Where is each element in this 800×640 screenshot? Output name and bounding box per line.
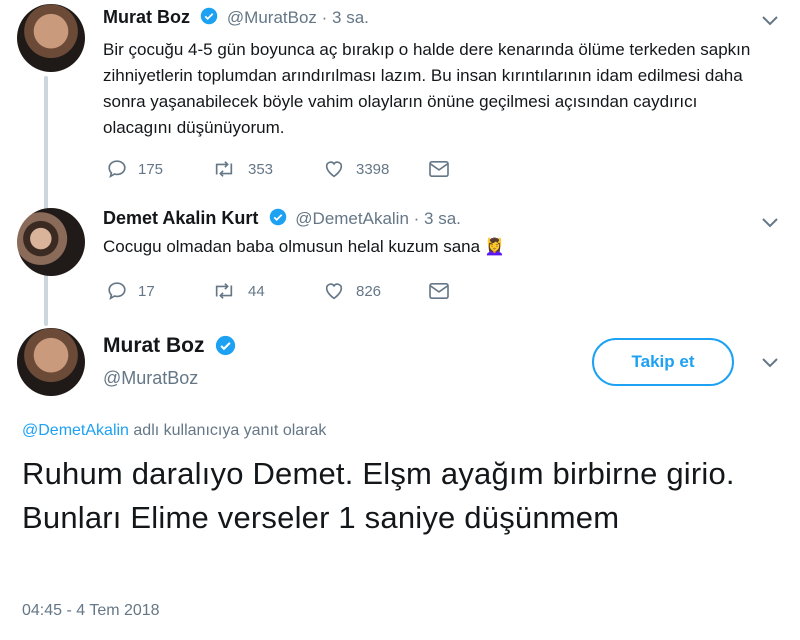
tweet-time[interactable]: · 3 sa. — [317, 8, 369, 27]
main-tweet-text: Ruhum daralıyo Demet. Elşm ayağım birbir… — [22, 456, 735, 535]
verified-badge-icon — [200, 7, 218, 30]
retweet-button[interactable]: 44 — [210, 280, 265, 302]
tweet-text: Bir çocuğu 4-5 gün boyunca aç bırakıp o … — [103, 40, 751, 137]
heart-icon — [325, 161, 343, 178]
like-count: 826 — [356, 282, 382, 300]
reply-icon — [108, 282, 126, 301]
reply-button[interactable]: 17 — [106, 280, 155, 302]
avatar[interactable] — [17, 208, 85, 276]
author-name[interactable]: Demet Akalin Kurt — [103, 208, 258, 228]
retweet-button[interactable]: 353 — [210, 158, 273, 180]
avatar[interactable] — [17, 4, 85, 72]
follow-button[interactable]: Takip et — [592, 338, 734, 386]
reply-to-suffix: adlı kullanıcıya yanıt olarak — [128, 422, 327, 439]
mail-icon[interactable] — [428, 160, 450, 178]
reply-icon — [108, 160, 126, 179]
reply-context: @DemetAkalin adlı kullanıcıya yanıt olar… — [22, 422, 326, 440]
chevron-down-icon[interactable] — [758, 210, 782, 234]
author-name[interactable]: Murat Boz — [103, 7, 190, 27]
author-handle[interactable]: @DemetAkalin — [295, 209, 409, 228]
author-name[interactable]: Murat Boz — [103, 334, 205, 357]
heart-icon — [325, 283, 343, 300]
tweet-text: Cocugu olmadan baba olmusun helal kuzum … — [103, 237, 481, 256]
reply-button[interactable]: 175 — [106, 158, 163, 180]
author-handle[interactable]: @MuratBoz — [227, 8, 317, 27]
tweet-1[interactable]: Murat Boz @MuratBoz · 3 sa. Bir çocuğu 4… — [0, 0, 800, 196]
verified-badge-icon — [269, 208, 287, 231]
emoji: 💆‍♀️ — [484, 239, 505, 256]
like-count: 3398 — [356, 160, 390, 178]
tweet-2[interactable]: Demet Akalin Kurt @DemetAkalin · 3 sa. C… — [0, 196, 800, 310]
reply-count: 175 — [138, 160, 164, 178]
tweet-time[interactable]: · 3 sa. — [409, 209, 461, 228]
like-button[interactable]: 826 — [322, 280, 381, 302]
reply-to-link[interactable]: @DemetAkalin — [22, 422, 129, 439]
chevron-down-icon[interactable] — [758, 8, 782, 32]
verified-badge-icon — [215, 335, 236, 361]
chevron-down-icon[interactable] — [758, 350, 782, 374]
retweet-count: 44 — [248, 282, 265, 300]
like-button[interactable]: 3398 — [322, 158, 389, 180]
retweet-count: 353 — [248, 160, 274, 178]
retweet-icon — [215, 283, 233, 299]
tweet-timestamp[interactable]: 04:45 - 4 Tem 2018 — [22, 602, 160, 620]
avatar[interactable] — [17, 328, 85, 396]
author-handle[interactable]: @MuratBoz — [103, 368, 198, 389]
retweet-icon — [215, 161, 233, 177]
reply-count: 17 — [138, 282, 155, 300]
main-tweet: Murat Boz @MuratBoz Takip et @DemetAkali… — [0, 316, 800, 640]
mail-icon[interactable] — [428, 282, 450, 300]
